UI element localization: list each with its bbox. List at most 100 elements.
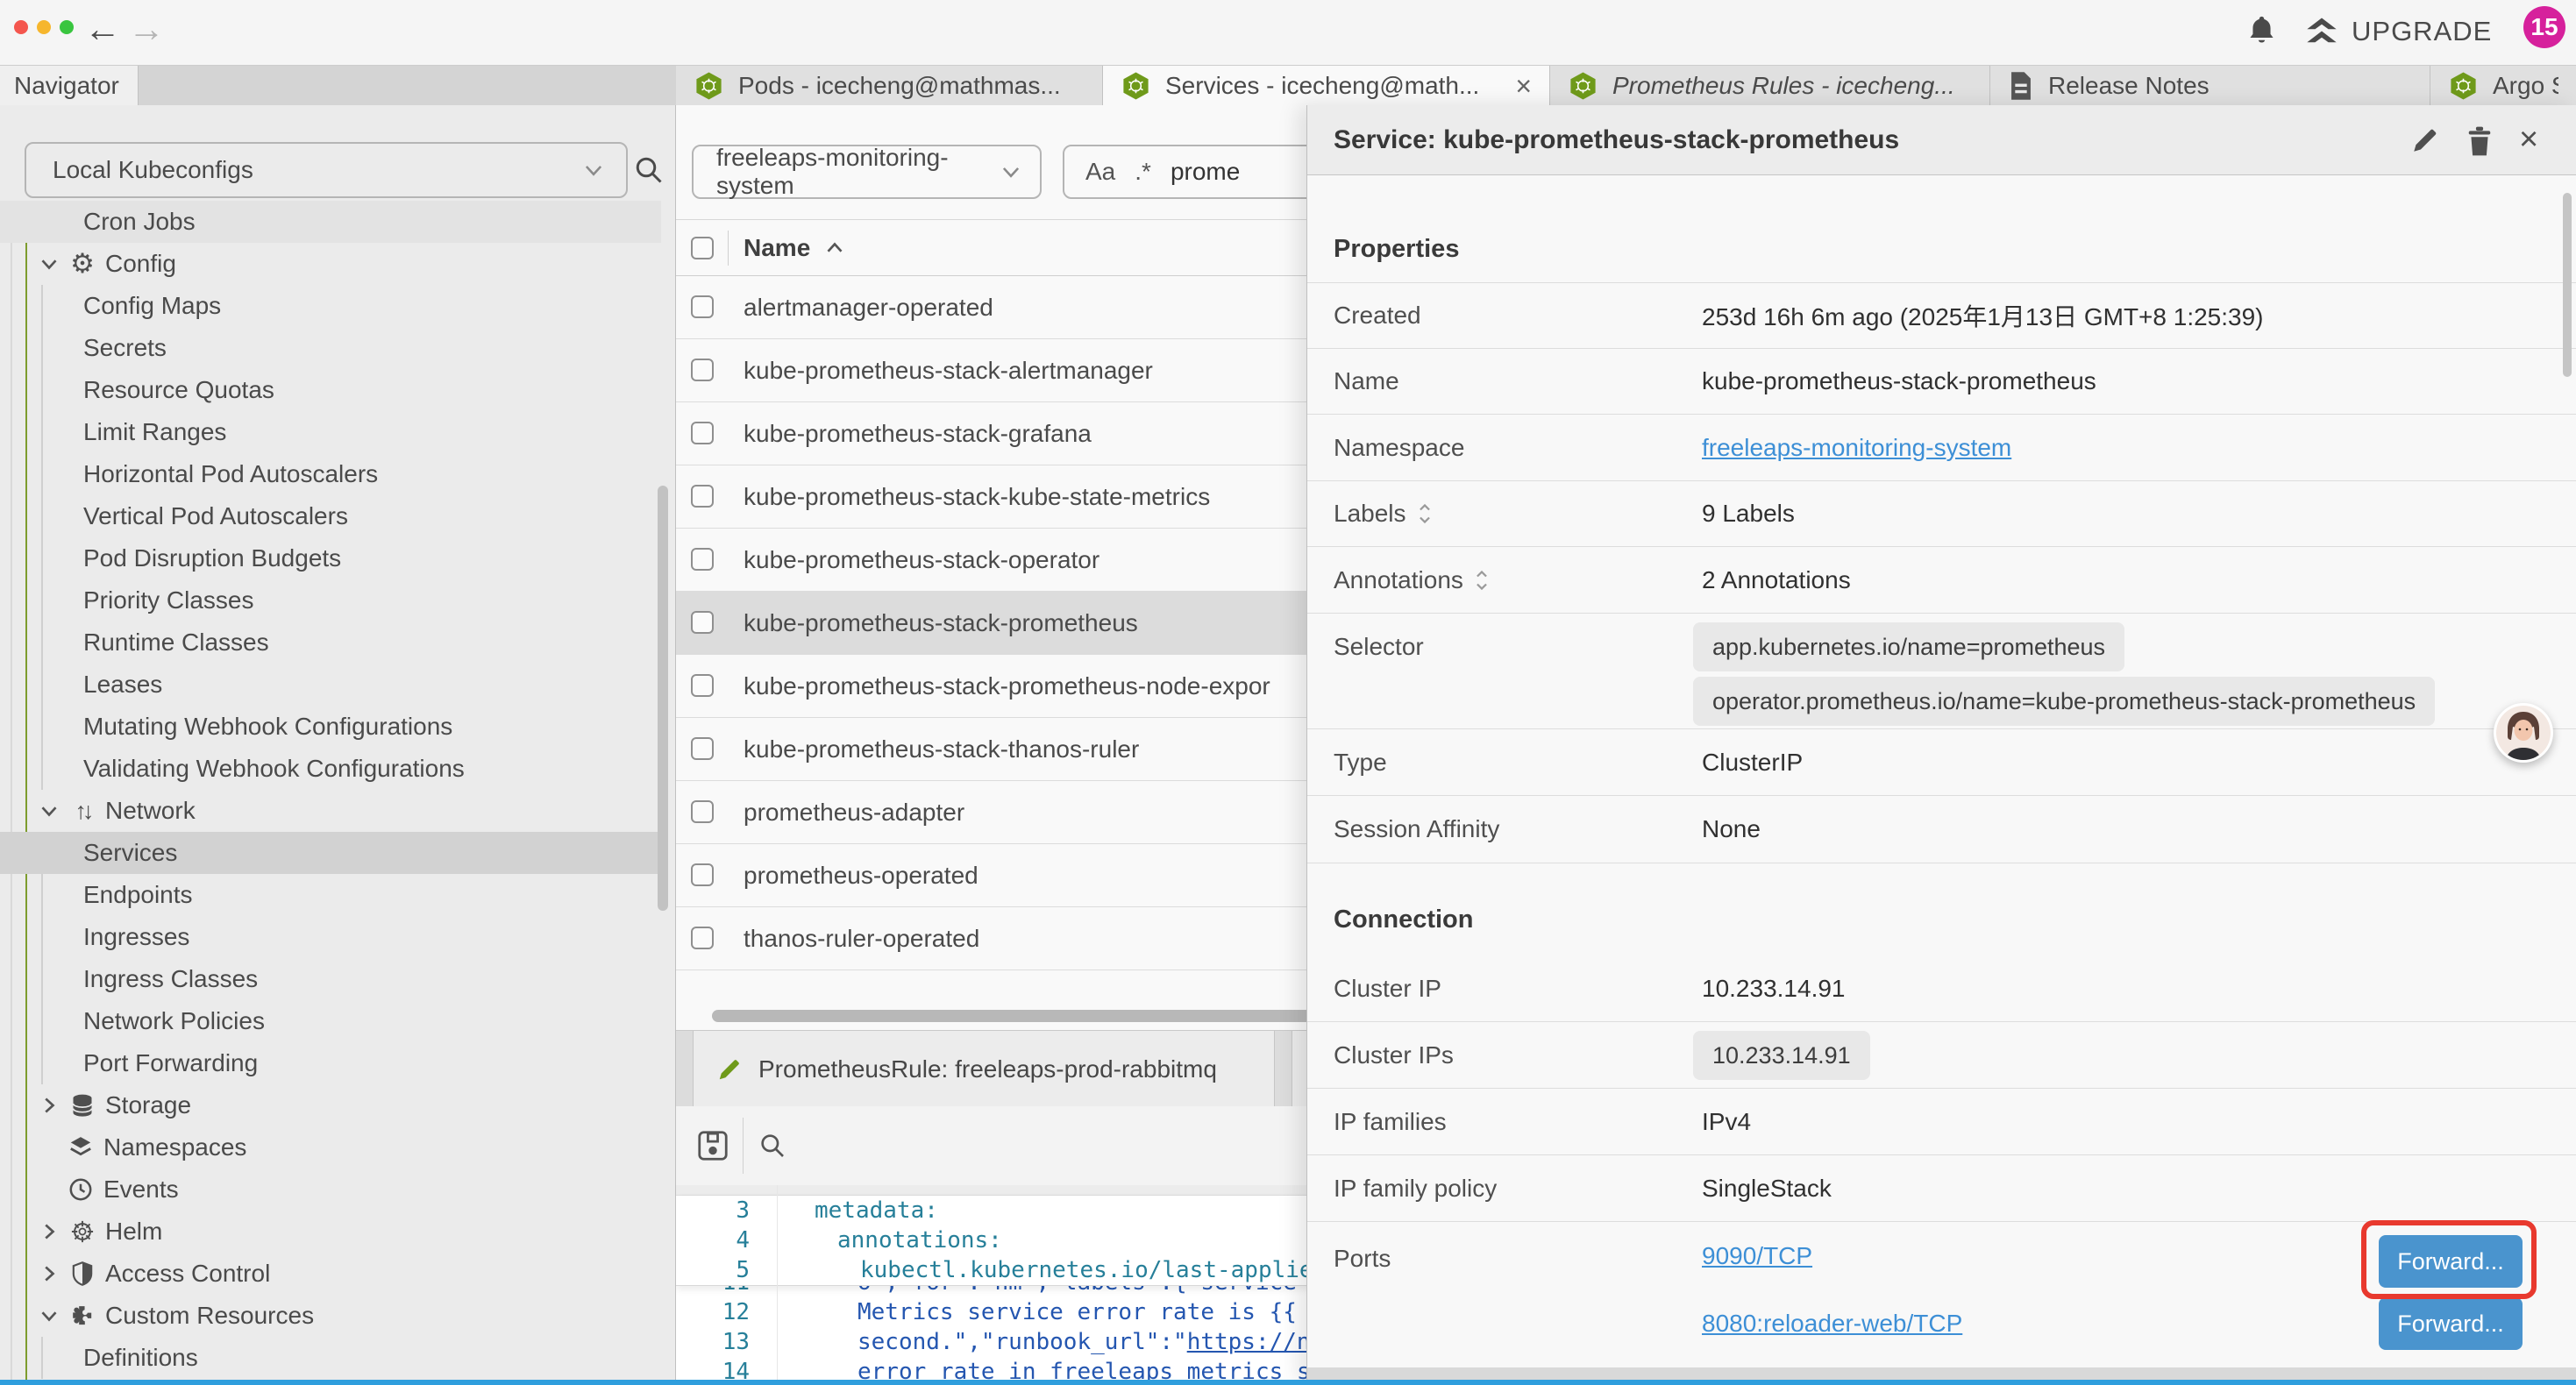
notification-count-badge[interactable]: 15 [2523,6,2565,48]
navigator-panel-tab[interactable]: Navigator [0,66,139,105]
notifications-bell-icon[interactable] [2247,14,2276,46]
row-checkbox[interactable] [691,359,714,381]
row-checkbox[interactable] [691,295,714,318]
port-link-9090[interactable]: 9090/TCP [1702,1239,1812,1274]
sidebar-item-endpoints[interactable]: Endpoints [0,874,661,916]
header-divider [728,231,729,266]
window-bottom-accent [0,1380,2576,1385]
namespace-link[interactable]: freeleaps-monitoring-system [1702,434,2011,461]
traffic-light-zoom[interactable] [60,20,74,34]
sidebar-item-secrets[interactable]: Secrets [0,327,661,369]
forward-button[interactable]: → [128,7,165,51]
sidebar-item-runtime-classes[interactable]: Runtime Classes [0,621,661,664]
search-icon[interactable] [758,1132,786,1160]
tab-strip: Navigator Pods - icecheng@mathmas... Ser… [0,66,2576,106]
selector-badge: operator.prometheus.io/name=kube-prometh… [1693,677,2435,726]
layers-icon [67,1133,95,1161]
connection-section-heading: Connection [1334,906,1474,934]
tab-release-notes[interactable]: Release Notes [1990,66,2430,105]
close-icon[interactable]: × [2519,117,2538,161]
sidebar-item-leases[interactable]: Leases [0,664,661,706]
sidebar-item-helm[interactable]: Helm [0,1211,661,1253]
regex-toggle[interactable]: .* [1135,158,1151,186]
traffic-light-close[interactable] [14,20,28,34]
sidebar-item-cron-jobs[interactable]: Cron Jobs [0,201,661,243]
sidebar-item-services[interactable]: Services [0,832,661,874]
connection-row-cluster-ip: Cluster IP 10.233.14.91 [1307,955,2576,1022]
search-value: prome [1171,158,1240,186]
row-checkbox[interactable] [691,863,714,886]
sidebar-item-pod-disruption-budgets[interactable]: Pod Disruption Budgets [0,537,661,579]
sidebar-item-port-forwarding[interactable]: Port Forwarding [0,1042,661,1084]
upgrade-chevrons-icon [2304,17,2339,46]
edit-pencil-icon[interactable] [2410,125,2440,155]
connection-row-ip-families: IP families IPv4 [1307,1089,2576,1155]
sidebar-item-config-maps[interactable]: Config Maps [0,285,661,327]
select-all-checkbox[interactable] [691,237,714,259]
sidebar-item-config[interactable]: ⚙ Config [0,243,661,285]
sidebar-item-priority-classes[interactable]: Priority Classes [0,579,661,621]
search-icon[interactable] [633,154,665,186]
sidebar-item-network-policies[interactable]: Network Policies [0,1000,661,1042]
expand-collapse-icon[interactable] [1474,567,1490,593]
chevron-down-icon [39,800,60,821]
editor-tab-prometheusrule[interactable]: PrometheusRule: freeleaps-prod-rabbitmq [693,1031,1275,1107]
save-icon[interactable] [697,1130,729,1161]
name-column-header[interactable]: Name [744,220,845,276]
row-checkbox[interactable] [691,422,714,444]
row-checkbox[interactable] [691,800,714,823]
kubeconfig-selector[interactable]: Local Kubeconfigs [25,142,628,198]
forward-port-button-2[interactable]: Forward... [2379,1297,2523,1350]
document-icon [2008,71,2034,101]
tab-services-active[interactable]: Services - icecheng@math... × [1103,66,1550,106]
chevron-right-icon [39,1221,60,1242]
port-link-8080[interactable]: 8080:reloader-web/TCP [1702,1306,1962,1341]
chevron-right-icon [39,1263,60,1284]
floating-avatar[interactable] [2494,703,2553,763]
tab-prometheus-rules[interactable]: Prometheus Rules - icecheng... [1550,66,1990,105]
sidebar-item-ingresses[interactable]: Ingresses [0,916,661,958]
sidebar-item-mutating-webhook-configurations[interactable]: Mutating Webhook Configurations [0,706,661,748]
upgrade-button[interactable]: UPGRADE [2304,16,2492,47]
row-checkbox[interactable] [691,927,714,949]
sidebar-scrollbar[interactable] [658,486,668,911]
sidebar-item-network[interactable]: ↑↓ Network [0,790,661,832]
traffic-light-minimize[interactable] [37,20,51,34]
row-checkbox[interactable] [691,611,714,634]
sidebar-item-namespaces[interactable]: Namespaces [0,1126,661,1168]
navigator-sidebar: Local Kubeconfigs Cron Jobs ⚙ Config Con… [0,105,676,1385]
sidebar-item-resource-quotas[interactable]: Resource Quotas [0,369,661,411]
row-checkbox[interactable] [691,485,714,508]
properties-section-heading: Properties [1334,235,1459,264]
row-checkbox[interactable] [691,737,714,760]
app-window: ← → UPGRADE 15 Navigator Pods - icecheng… [0,0,2576,1385]
sidebar-item-storage[interactable]: Storage [0,1084,661,1126]
expand-collapse-icon[interactable] [1417,501,1433,527]
sidebar-item-ingress-classes[interactable]: Ingress Classes [0,958,661,1000]
sidebar-item-horizontal-pod-autoscalers[interactable]: Horizontal Pod Autoscalers [0,453,661,495]
property-row-created: Created 253d 16h 6m ago (2025年1月13日 GMT+… [1307,282,2576,349]
detail-scrollbar[interactable] [2563,193,2572,377]
row-checkbox[interactable] [691,548,714,571]
back-button[interactable]: ← [84,7,121,51]
property-row-namespace: Namespace freeleaps-monitoring-system [1307,415,2576,481]
sidebar-item-validating-webhook-configurations[interactable]: Validating Webhook Configurations [0,748,661,790]
chevron-down-icon [1000,160,1022,183]
edit-pencil-icon [716,1056,743,1083]
row-checkbox[interactable] [691,674,714,697]
gutter-divider [777,1185,778,1385]
close-tab-icon[interactable]: × [1515,72,1532,100]
sidebar-item-events[interactable]: Events [0,1168,661,1211]
match-case-toggle[interactable]: Aa [1085,158,1115,186]
titlebar: ← → UPGRADE 15 [0,0,2576,66]
delete-trash-icon[interactable] [2466,125,2496,155]
sidebar-item-custom-resources[interactable]: Custom Resources [0,1295,661,1337]
sidebar-item-definitions[interactable]: Definitions [0,1337,661,1379]
sidebar-item-access-control[interactable]: Access Control [0,1253,661,1295]
namespace-filter-dropdown[interactable]: freeleaps-monitoring-system [692,145,1042,199]
sidebar-item-limit-ranges[interactable]: Limit Ranges [0,411,661,453]
detail-header: Service: kube-prometheus-stack-prometheu… [1307,105,2576,175]
tab-pods[interactable]: Pods - icecheng@mathmas... [676,66,1103,105]
tab-argo[interactable]: Argo Se [2430,66,2576,105]
sidebar-item-vertical-pod-autoscalers[interactable]: Vertical Pod Autoscalers [0,495,661,537]
